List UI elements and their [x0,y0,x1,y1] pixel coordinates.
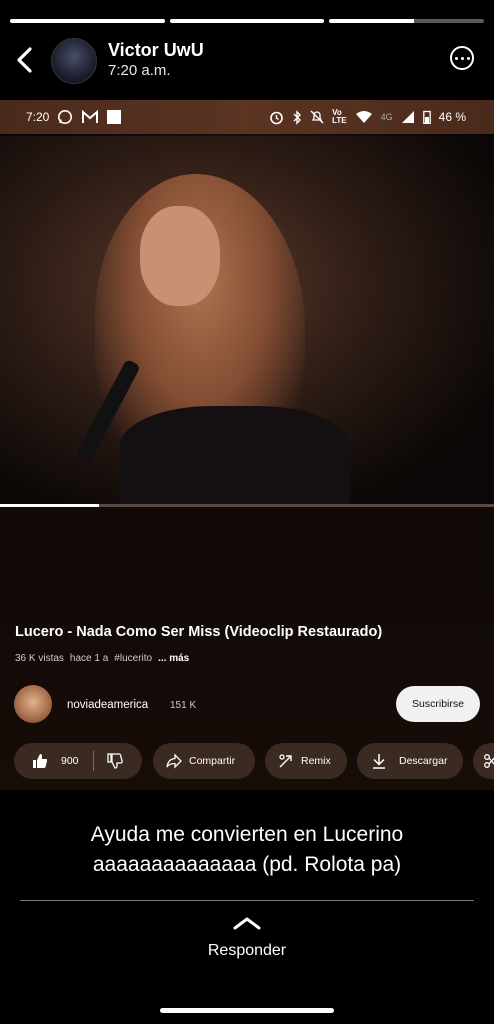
chevron-up-icon[interactable] [232,914,262,932]
scissors-icon [484,754,494,768]
lte-badge: Vo LTE [332,108,347,125]
gmail-icon [82,110,99,123]
video-hashtag[interactable]: #lucerito [114,653,152,664]
channel-name[interactable]: noviadeamerica [67,699,148,711]
reply-button[interactable]: Responder [0,942,494,960]
video-meta[interactable]: 36 K vistas hace 1 a #lucerito ... más [15,653,189,664]
subscriber-count: 151 K [170,700,197,711]
channel-avatar[interactable] [14,685,52,723]
phone-status-bar: 7:20 Vo LTE 4G 46 % [0,100,494,134]
video-views: 36 K vistas [15,653,64,664]
remix-icon [279,754,292,768]
video-title[interactable]: Lucero - Nada Como Ser Miss (Videoclip R… [15,624,382,640]
video-actions: 900 Compartir Remix Descargar [14,743,494,779]
notification-square-icon [107,110,122,124]
wifi-icon [355,111,372,123]
thumbs-up-icon[interactable] [31,752,49,770]
story-progress [10,19,485,23]
story-caption: Ayuda me convierten en Lucerino aaaaaaaa… [0,820,494,880]
story-user-name[interactable]: Victor UwU [108,40,204,61]
phone-time: 7:20 [26,110,50,124]
share-icon [166,753,182,769]
battery-level: 46 % [438,110,466,124]
caption-line: aaaaaaaaaaaaaa (pd. Rolota pa) [92,853,402,876]
mute-icon [310,110,324,124]
channel-row: noviadeamerica 151 K Suscribirse [14,685,480,725]
video-age: hace 1 a [69,653,109,664]
caption-line: Ayuda me convierten en Lucerino [90,823,404,846]
whatsapp-icon [58,110,73,124]
more-options-icon[interactable] [450,46,474,70]
download-label: Descargar [399,755,448,767]
story-progress-segment [329,19,485,23]
home-indicator[interactable] [160,1008,334,1013]
subscribe-button[interactable]: Suscribirse [396,686,480,722]
alarm-icon [270,111,283,124]
story-progress-segment [10,19,165,23]
divider [20,900,474,901]
remix-button[interactable]: Remix [265,743,347,779]
like-count: 900 [61,755,79,767]
bluetooth-icon [293,109,302,125]
avatar[interactable] [51,38,97,84]
download-button[interactable]: Descargar [357,743,463,779]
network-label: 4G [380,112,393,122]
back-icon[interactable] [14,46,36,74]
story-progress-segment [169,19,325,23]
share-button[interactable]: Compartir [153,743,255,779]
share-label: Compartir [189,755,236,767]
thumbs-down-icon[interactable] [106,752,124,770]
like-dislike-button[interactable]: 900 [14,743,142,779]
clip-button[interactable] [473,743,494,779]
download-icon [373,754,385,769]
more-link[interactable]: ... más [158,653,189,664]
battery-icon [422,110,431,124]
story-header: Victor UwU 7:20 a.m. [0,36,494,86]
remix-label: Remix [301,755,331,767]
signal-icon [401,111,414,123]
video-progress-bar[interactable] [0,504,494,507]
video-player[interactable] [0,136,494,506]
story-time: 7:20 a.m. [108,62,171,79]
